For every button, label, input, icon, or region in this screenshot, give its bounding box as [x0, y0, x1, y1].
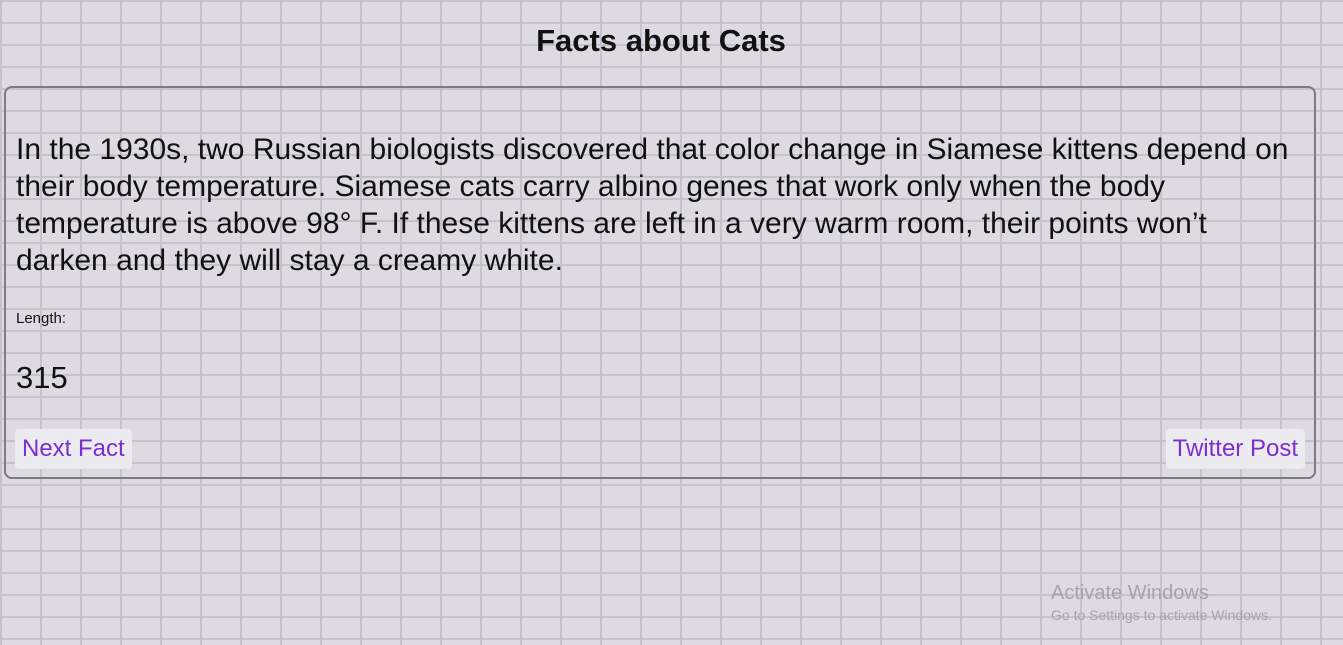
- twitter-post-button[interactable]: Twitter Post: [1165, 429, 1305, 469]
- activate-windows-subtitle: Go to Settings to activate Windows.: [1051, 607, 1272, 623]
- fact-text: In the 1930s, two Russian biologists dis…: [16, 133, 1289, 277]
- next-fact-button[interactable]: Next Fact: [15, 429, 132, 469]
- length-label: Length:: [16, 310, 67, 327]
- activate-windows-title: Activate Windows: [1051, 582, 1209, 604]
- activate-windows-watermark: Activate Windows Go to Settings to activ…: [1051, 581, 1272, 625]
- length-value: 315: [16, 360, 68, 395]
- page-title: Facts about Cats: [536, 23, 786, 58]
- fact-card: In the 1930s, two Russian biologists dis…: [4, 86, 1316, 479]
